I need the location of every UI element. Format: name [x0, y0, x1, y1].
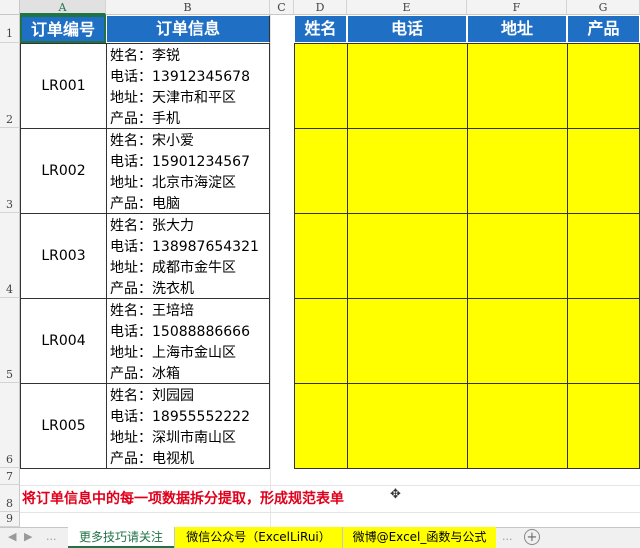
- info-product: 产品：冰箱: [110, 366, 180, 382]
- output-phone-cell[interactable]: [347, 43, 468, 129]
- output-name-cell[interactable]: [294, 298, 348, 384]
- header-address[interactable]: 地址: [467, 15, 567, 43]
- tab-more-right-icon[interactable]: ...: [502, 530, 513, 543]
- row-header-2[interactable]: 2: [0, 43, 20, 128]
- info-name: 姓名：张大力: [110, 218, 194, 234]
- order-id-cell[interactable]: LR002: [20, 128, 107, 214]
- info-address: 地址：天津市和平区: [110, 90, 236, 106]
- order-info-cell[interactable]: 姓名：张大力 电话：138987654321 地址：成都市金牛区 产品：洗衣机: [106, 213, 270, 299]
- column-header-g[interactable]: G: [567, 0, 640, 15]
- row-header-6[interactable]: 6: [0, 383, 20, 468]
- output-name-cell[interactable]: [294, 213, 348, 299]
- order-info-cell[interactable]: 姓名：王培培 电话：15088886666 地址：上海市金山区 产品：冰箱: [106, 298, 270, 384]
- column-header-e[interactable]: E: [347, 0, 467, 15]
- info-name: 姓名：王培培: [110, 303, 194, 319]
- order-info-cell[interactable]: 姓名：刘园园 电话：18955552222 地址：深圳市南山区 产品：电视机: [106, 383, 270, 469]
- output-address-cell[interactable]: [467, 128, 568, 214]
- output-phone-cell[interactable]: [347, 128, 468, 214]
- output-product-cell[interactable]: [567, 43, 640, 129]
- header-name[interactable]: 姓名: [294, 15, 347, 43]
- row-header-7[interactable]: 7: [0, 468, 20, 485]
- info-address: 地址：上海市金山区: [110, 345, 236, 361]
- tab-more-icon[interactable]: ...: [46, 530, 57, 543]
- info-product: 产品：手机: [110, 111, 180, 127]
- output-product-cell[interactable]: [567, 298, 640, 384]
- output-product-cell[interactable]: [567, 128, 640, 214]
- info-phone: 电话：15088886666: [110, 324, 250, 340]
- info-name: 姓名：刘园园: [110, 388, 194, 404]
- info-phone: 电话：18955552222: [110, 409, 250, 425]
- instruction-note[interactable]: 将订单信息中的每一项数据拆分提取，形成规范表单: [22, 488, 344, 508]
- header-phone[interactable]: 电话: [347, 15, 467, 43]
- info-name: 姓名：宋小爱: [110, 133, 194, 149]
- column-header-b[interactable]: B: [106, 0, 270, 15]
- sheet-tab-more-tips[interactable]: 更多技巧请关注: [68, 527, 174, 548]
- output-address-cell[interactable]: [467, 213, 568, 299]
- column-header-c[interactable]: C: [270, 0, 294, 15]
- select-all-corner[interactable]: [0, 0, 20, 15]
- row-header-1[interactable]: 1: [0, 15, 20, 43]
- column-header-f[interactable]: F: [467, 0, 567, 15]
- gridline: [20, 512, 640, 513]
- info-address: 地址：深圳市南山区: [110, 430, 236, 446]
- info-product: 产品：电脑: [110, 196, 180, 212]
- output-address-cell[interactable]: [467, 43, 568, 129]
- info-product: 产品：洗衣机: [110, 281, 194, 297]
- header-order-info[interactable]: 订单信息: [106, 15, 270, 43]
- order-id-cell[interactable]: LR005: [20, 383, 107, 469]
- order-id-cell[interactable]: LR001: [20, 43, 107, 129]
- row-header-5[interactable]: 5: [0, 298, 20, 383]
- output-phone-cell[interactable]: [347, 213, 468, 299]
- order-info-cell[interactable]: 姓名：宋小爱 电话：15901234567 地址：北京市海淀区 产品：电脑: [106, 128, 270, 214]
- row-header-8[interactable]: 8: [0, 485, 20, 512]
- column-header-d[interactable]: D: [294, 0, 347, 15]
- output-product-cell[interactable]: [567, 213, 640, 299]
- info-product: 产品：电视机: [110, 451, 194, 467]
- output-product-cell[interactable]: [567, 383, 640, 469]
- order-info-cell[interactable]: 姓名：李锐 电话：13912345678 地址：天津市和平区 产品：手机: [106, 43, 270, 129]
- row-header-3[interactable]: 3: [0, 128, 20, 213]
- info-address: 地址：北京市海淀区: [110, 175, 236, 191]
- info-phone: 电话：13912345678: [110, 69, 250, 85]
- output-address-cell[interactable]: [467, 298, 568, 384]
- move-cursor-icon: ✥: [390, 487, 401, 502]
- row-header-9[interactable]: 9: [0, 512, 20, 527]
- sheet-tab-weibo[interactable]: 微博@Excel_函数与公式: [342, 527, 496, 548]
- info-name: 姓名：李锐: [110, 48, 180, 64]
- tab-scroll-left-icon[interactable]: ◀: [8, 530, 16, 543]
- column-header-a[interactable]: A: [20, 0, 106, 15]
- sheet-tab-wechat[interactable]: 微信公众号（ExcelLiRui）: [174, 527, 342, 548]
- row-header-4[interactable]: 4: [0, 213, 20, 298]
- gridline: [20, 485, 640, 486]
- output-name-cell[interactable]: [294, 43, 348, 129]
- output-address-cell[interactable]: [467, 383, 568, 469]
- tab-scroll-right-icon[interactable]: ▶: [24, 530, 32, 543]
- output-name-cell[interactable]: [294, 383, 348, 469]
- order-id-cell[interactable]: LR004: [20, 298, 107, 384]
- output-phone-cell[interactable]: [347, 298, 468, 384]
- header-product[interactable]: 产品: [567, 15, 640, 43]
- info-phone: 电话：15901234567: [110, 154, 250, 170]
- header-order-number[interactable]: 订单编号: [20, 15, 106, 43]
- output-name-cell[interactable]: [294, 128, 348, 214]
- info-address: 地址：成都市金牛区: [110, 260, 236, 276]
- output-phone-cell[interactable]: [347, 383, 468, 469]
- add-sheet-icon[interactable]: +: [524, 529, 540, 545]
- info-phone: 电话：138987654321: [110, 239, 259, 255]
- gridline: [270, 15, 271, 527]
- order-id-cell[interactable]: LR003: [20, 213, 107, 299]
